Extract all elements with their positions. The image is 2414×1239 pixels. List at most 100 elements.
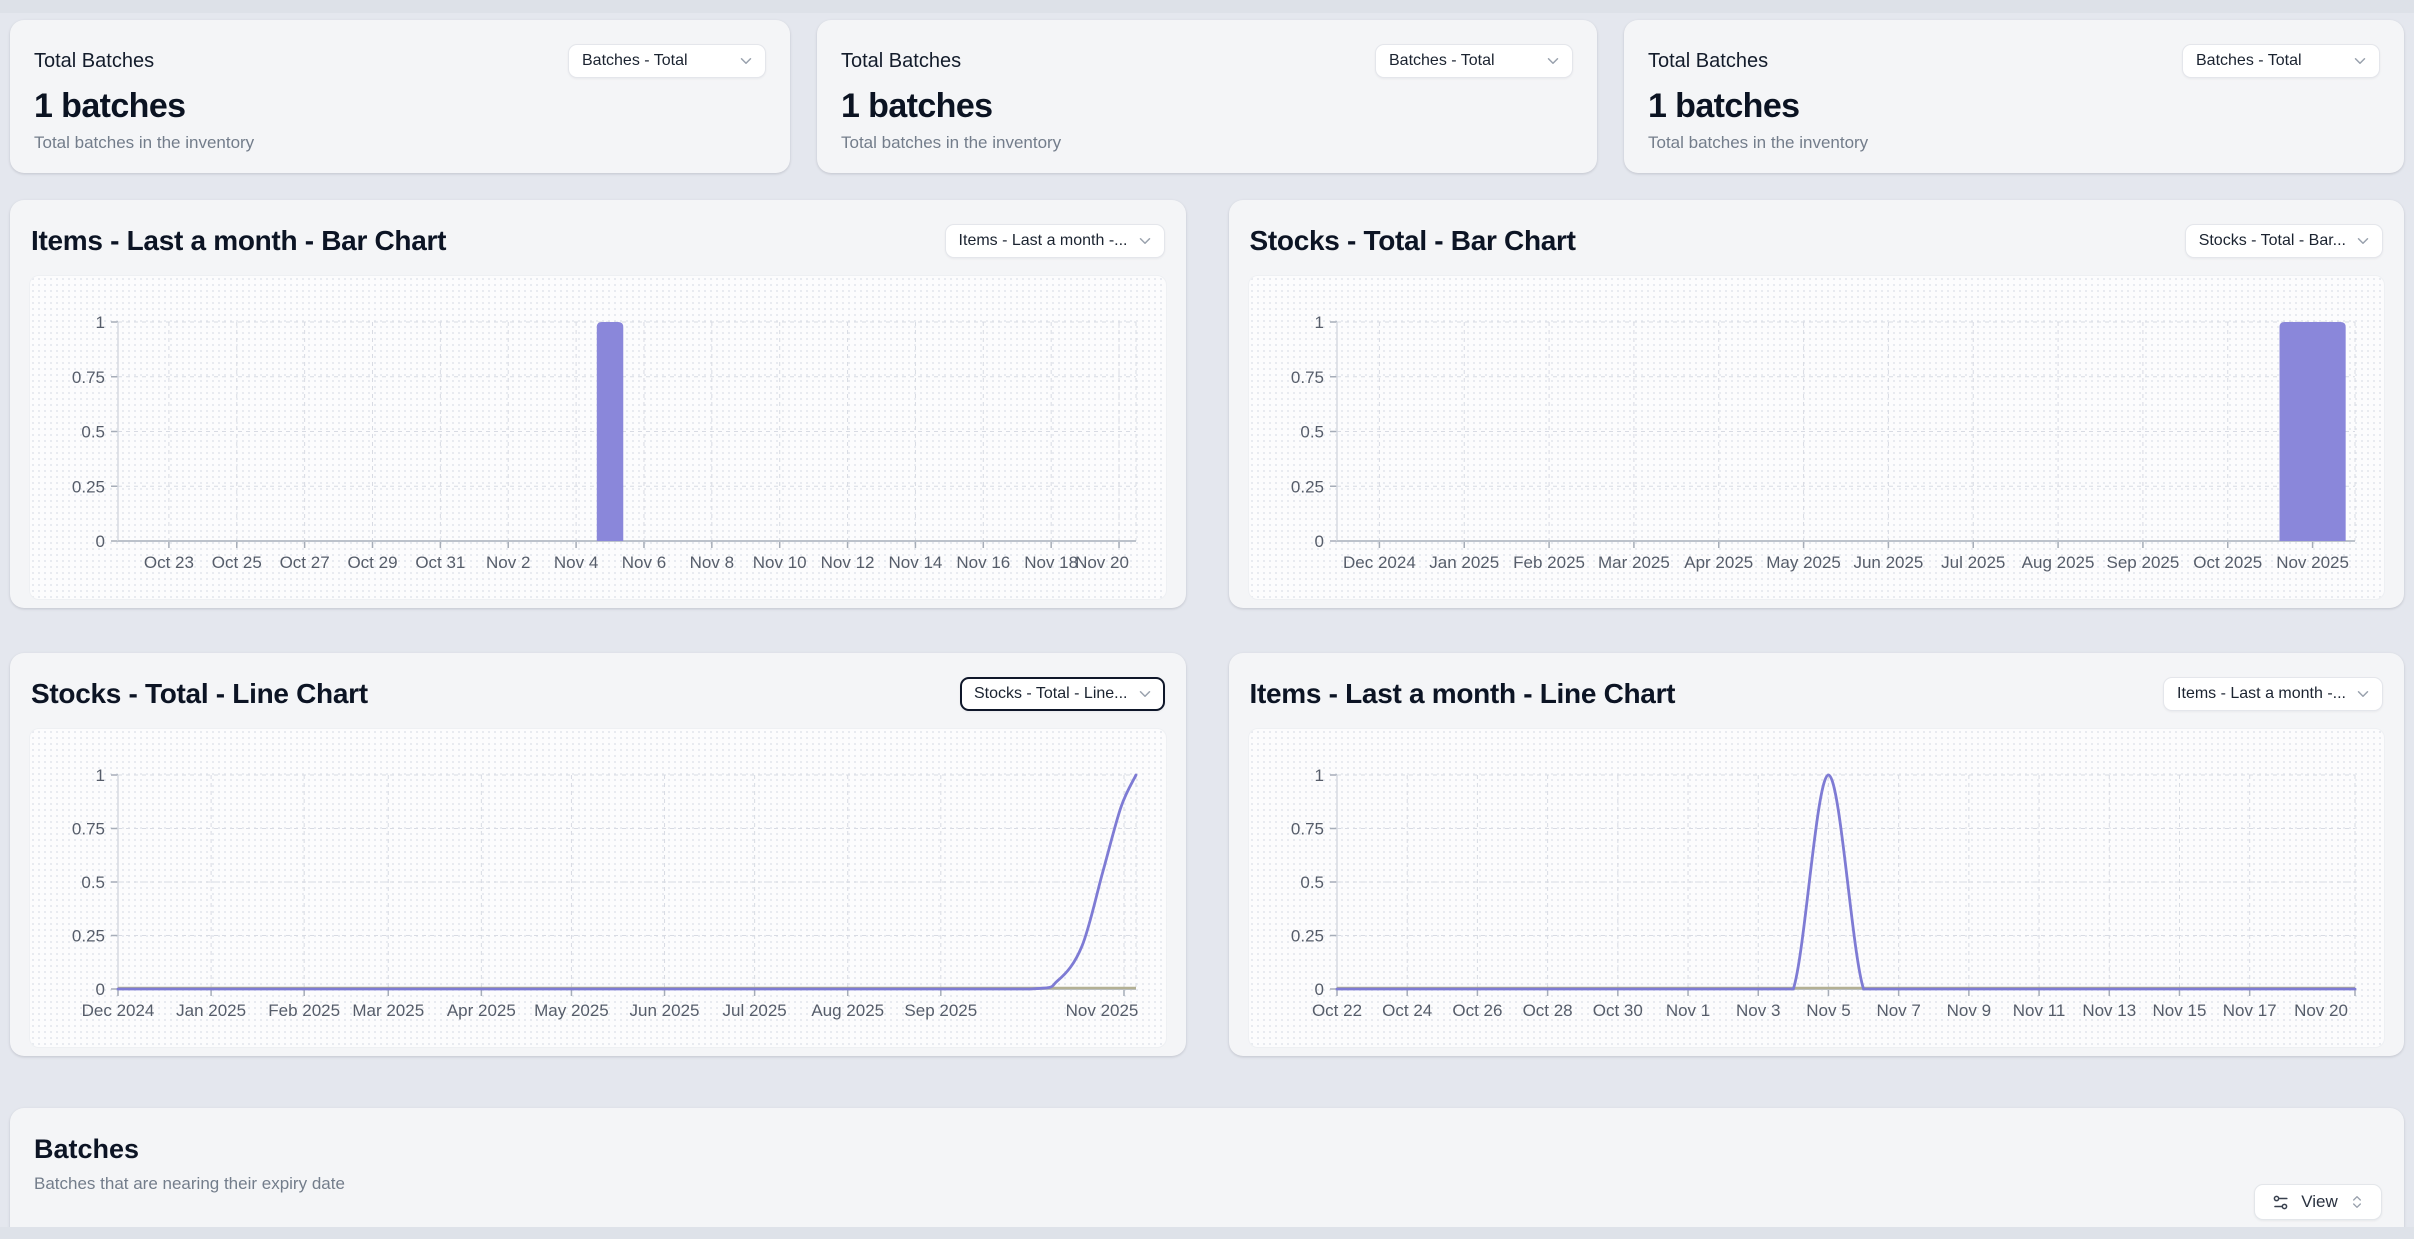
x-tick-label: Dec 2024 — [1343, 553, 1416, 572]
y-tick-label: 0.25 — [72, 477, 105, 496]
x-tick-label: Apr 2025 — [1684, 553, 1753, 572]
chart-metric-select[interactable]: Stocks - Total - Bar... — [2185, 224, 2383, 258]
x-tick-label: Oct 22 — [1311, 1001, 1361, 1020]
chart-title: Stocks - Total - Bar Chart — [1250, 225, 1576, 257]
charts-grid: Items - Last a month - Bar Chart Items -… — [10, 200, 2404, 1056]
x-tick-label: Nov 10 — [753, 553, 807, 572]
x-tick-label: Mar 2025 — [352, 1001, 424, 1020]
x-tick-label: Mar 2025 — [1598, 553, 1670, 572]
chart-card: Stocks - Total - Line Chart Stocks - Tot… — [10, 653, 1186, 1056]
x-tick-label: Oct 23 — [144, 553, 194, 572]
y-tick-label: 0.25 — [1290, 477, 1323, 496]
y-tick-label: 0.5 — [81, 423, 105, 442]
batches-title: Batches — [34, 1134, 2380, 1165]
stat-card-header: Total Batches Batches - Total — [1648, 44, 2380, 78]
chevron-down-icon — [2351, 52, 2369, 70]
x-tick-label: Nov 15 — [2152, 1001, 2206, 1020]
y-tick-label: 0.75 — [72, 368, 105, 387]
data-bar — [2279, 322, 2345, 541]
x-tick-label: Nov 1 — [1665, 1001, 1709, 1020]
x-tick-label: Nov 14 — [888, 553, 942, 572]
y-tick-label: 0.75 — [72, 820, 105, 839]
y-tick-label: 0.25 — [72, 927, 105, 946]
batches-subtitle: Batches that are nearing their expiry da… — [34, 1174, 2380, 1194]
select-value: Stocks - Total - Line... — [974, 685, 1128, 703]
stat-card-value: 1 batches — [34, 87, 766, 126]
x-tick-label: Oct 2025 — [2193, 553, 2262, 572]
x-tick-label: Oct 24 — [1382, 1001, 1432, 1020]
stat-card: Total Batches Batches - Total 1 batches … — [1624, 20, 2404, 173]
x-tick-label: Nov 16 — [956, 553, 1010, 572]
chevron-down-icon — [1544, 52, 1562, 70]
stat-metric-select[interactable]: Batches - Total — [2182, 44, 2380, 78]
x-tick-label: Jun 2025 — [630, 1001, 700, 1020]
select-value: Items - Last a month -... — [2177, 685, 2346, 703]
stat-card-header: Total Batches Batches - Total — [841, 44, 1573, 78]
x-tick-label: Apr 2025 — [447, 1001, 516, 1020]
x-tick-label: Feb 2025 — [268, 1001, 340, 1020]
x-tick-label: Nov 17 — [2222, 1001, 2276, 1020]
chart-card: Items - Last a month - Bar Chart Items -… — [10, 200, 1186, 608]
chart-metric-select[interactable]: Items - Last a month -... — [2163, 677, 2383, 711]
stat-card: Total Batches Batches - Total 1 batches … — [817, 20, 1597, 173]
y-tick-label: 0 — [96, 980, 105, 999]
select-value: Stocks - Total - Bar... — [2199, 232, 2346, 250]
select-value: Items - Last a month -... — [959, 232, 1128, 250]
chevron-down-icon — [2354, 232, 2372, 250]
stat-metric-select[interactable]: Batches - Total — [1375, 44, 1573, 78]
chart-card-header: Stocks - Total - Bar Chart Stocks - Tota… — [1248, 224, 2386, 258]
chart-panel: 0 0.25 0.5 0.75 1 Dec 2024 Jan 2025 Feb 2025 Mar… — [1248, 275, 2386, 600]
x-tick-label: Feb 2025 — [1513, 553, 1585, 572]
stat-card: Total Batches Batches - Total 1 batches … — [10, 20, 790, 173]
x-tick-label: Nov 12 — [821, 553, 875, 572]
x-tick-label: Jan 2025 — [176, 1001, 246, 1020]
items-last-month-line-svg: 00.250.50.751Oct 22Oct 24Oct 26Oct 28Oct… — [1249, 729, 2385, 1047]
stat-card-value: 1 batches — [841, 87, 1573, 126]
x-tick-label: Oct 29 — [347, 553, 397, 572]
x-tick-label: Jan 2025 — [1429, 553, 1499, 572]
bottom-strip — [0, 1227, 2414, 1239]
y-tick-label: 0.75 — [1290, 368, 1323, 387]
chart-metric-select[interactable]: Items - Last a month -... — [945, 224, 1165, 258]
dashboard-page: Total Batches Batches - Total 1 batches … — [0, 0, 2414, 1239]
x-tick-label: Nov 4 — [554, 553, 598, 572]
chevron-down-icon — [2354, 685, 2372, 703]
y-tick-label: 0.5 — [1300, 423, 1324, 442]
x-tick-label: Nov 8 — [690, 553, 734, 572]
y-tick-label: 1 — [1314, 313, 1323, 332]
x-tick-label: Dec 2024 — [82, 1001, 155, 1020]
select-value: Batches - Total — [2196, 52, 2302, 70]
select-value: Batches - Total — [582, 52, 688, 70]
view-button[interactable]: View — [2254, 1184, 2382, 1220]
chart-title: Items - Last a month - Bar Chart — [31, 225, 446, 257]
stat-card-description: Total batches in the inventory — [841, 133, 1573, 153]
chevron-down-icon — [1136, 232, 1154, 250]
x-tick-label: Nov 20 — [2294, 1001, 2348, 1020]
x-tick-label: Aug 2025 — [2021, 553, 2094, 572]
chart-metric-select[interactable]: Stocks - Total - Line... — [960, 677, 1165, 711]
chart-card-header: Items - Last a month - Line Chart Items … — [1248, 677, 2386, 711]
y-tick-label: 1 — [96, 313, 105, 332]
settings-sliders-icon — [2271, 1193, 2290, 1212]
stat-metric-select[interactable]: Batches - Total — [568, 44, 766, 78]
y-tick-label: 0 — [1314, 532, 1323, 551]
select-value: Batches - Total — [1389, 52, 1495, 70]
x-tick-label: Nov 3 — [1736, 1001, 1780, 1020]
x-tick-label: Aug 2025 — [811, 1001, 884, 1020]
data-bar — [597, 322, 623, 541]
y-tick-label: 0.25 — [1290, 927, 1323, 946]
x-tick-label: May 2025 — [534, 1001, 609, 1020]
stat-card-label: Total Batches — [34, 50, 154, 73]
x-tick-label: Nov 11 — [2012, 1001, 2065, 1020]
x-tick-label: Oct 25 — [212, 553, 262, 572]
x-tick-label: Nov 18 — [1024, 553, 1078, 572]
items-last-month-bar-svg: 00.250.50.751Oct 23Oct 25Oct 27Oct 29Oct… — [30, 276, 1166, 599]
x-tick-label: Oct 28 — [1522, 1001, 1572, 1020]
stocks-total-line-svg: 00.250.50.751Dec 2024Jan 2025Feb 2025Mar… — [30, 729, 1166, 1047]
x-tick-label: Nov 5 — [1806, 1001, 1850, 1020]
batches-section: Batches Batches that are nearing their e… — [10, 1108, 2404, 1239]
chart-panel: 00.250.50.751Oct 22Oct 24Oct 26Oct 28Oct… — [1248, 728, 2386, 1048]
chart-card: Stocks - Total - Bar Chart Stocks - Tota… — [1229, 200, 2405, 608]
stat-card-label: Total Batches — [1648, 50, 1768, 73]
y-tick-label: 0.75 — [1290, 820, 1323, 839]
